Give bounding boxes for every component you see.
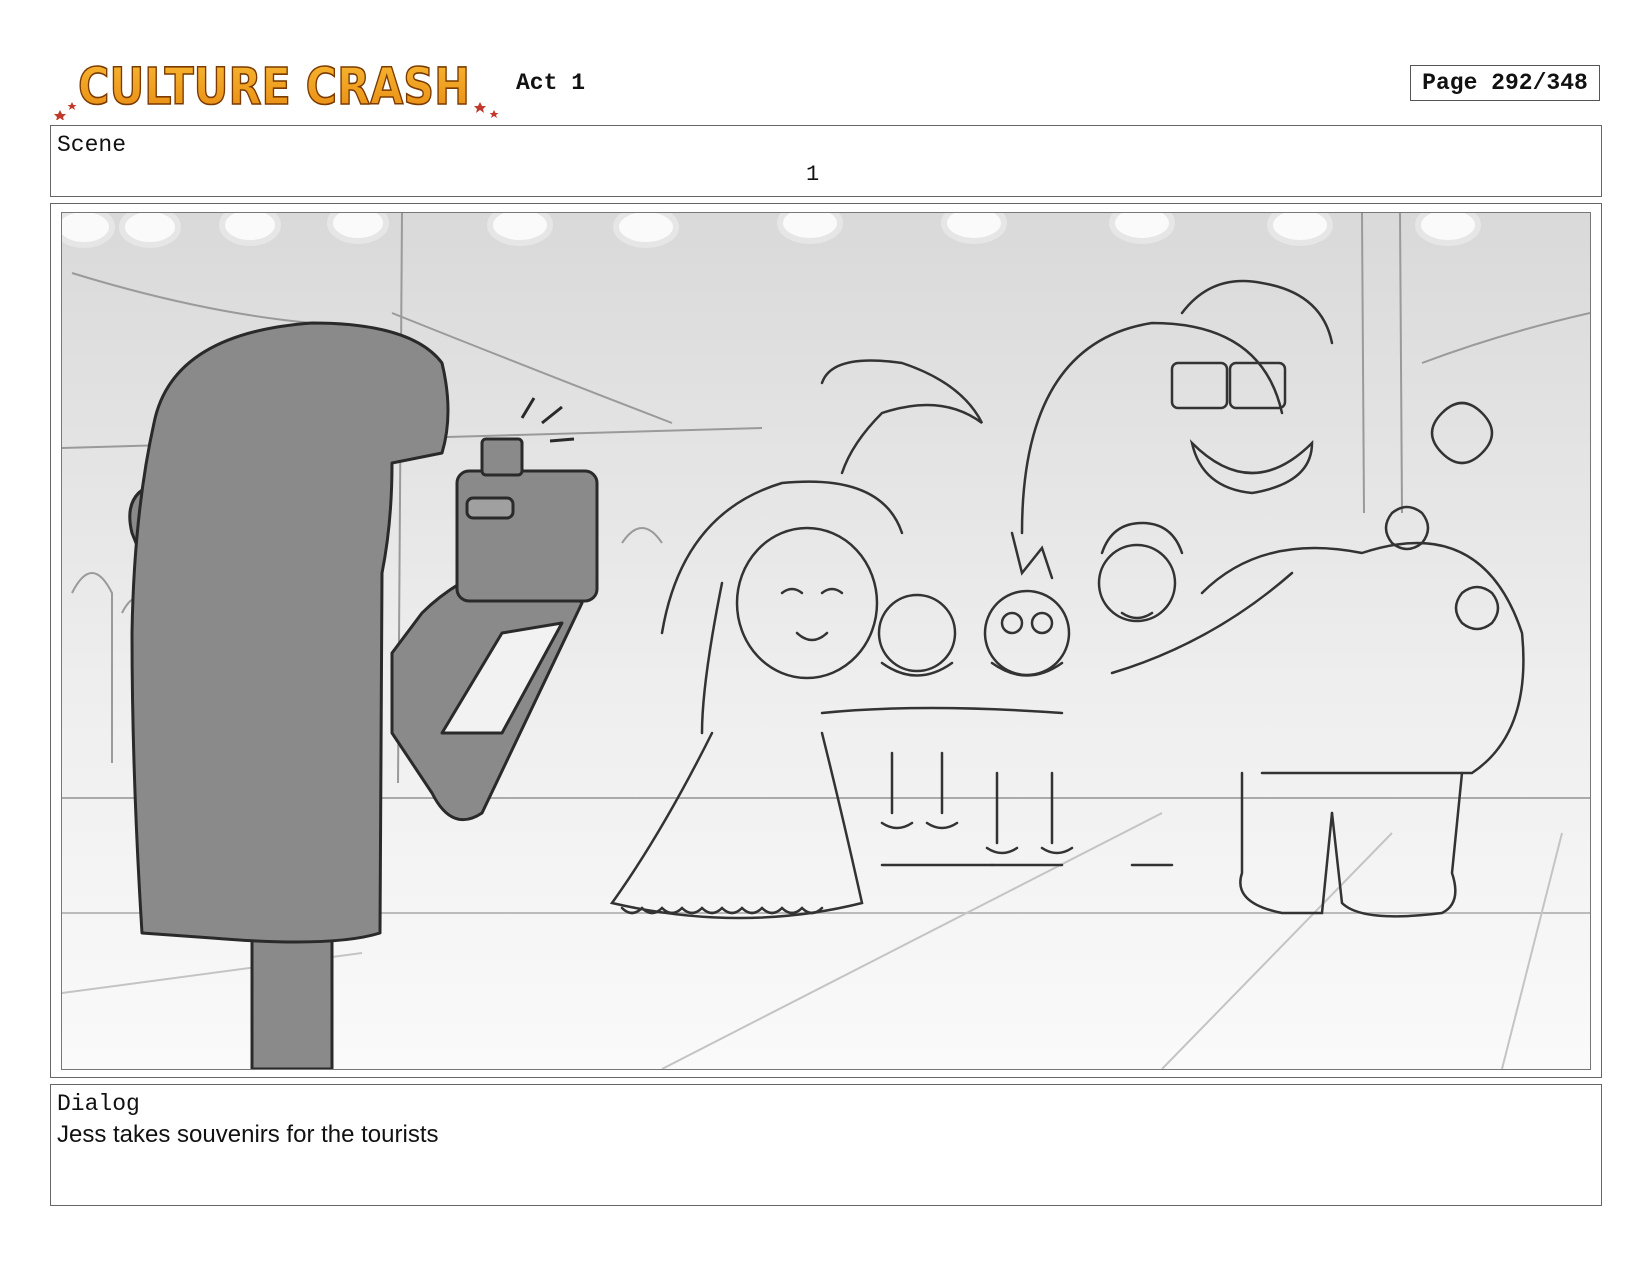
logo: CULTURE CRASH xyxy=(52,48,502,120)
panel-drawing xyxy=(61,212,1591,1070)
scene-number: 1 xyxy=(806,162,820,187)
scene-label: Scene xyxy=(57,132,127,158)
page-counter: Page 292/348 xyxy=(1410,65,1600,101)
dialog-label: Dialog xyxy=(57,1091,140,1117)
dialog-section: Dialog Jess takes souvenirs for the tour… xyxy=(50,1084,1602,1206)
storyboard-panel xyxy=(50,203,1602,1078)
scene-section: Scene 1 xyxy=(50,125,1602,197)
logo-text: CULTURE CRASH xyxy=(78,58,470,117)
dialog-text: Jess takes souvenirs for the tourists xyxy=(57,1121,439,1148)
act-label: Act 1 xyxy=(516,70,586,96)
